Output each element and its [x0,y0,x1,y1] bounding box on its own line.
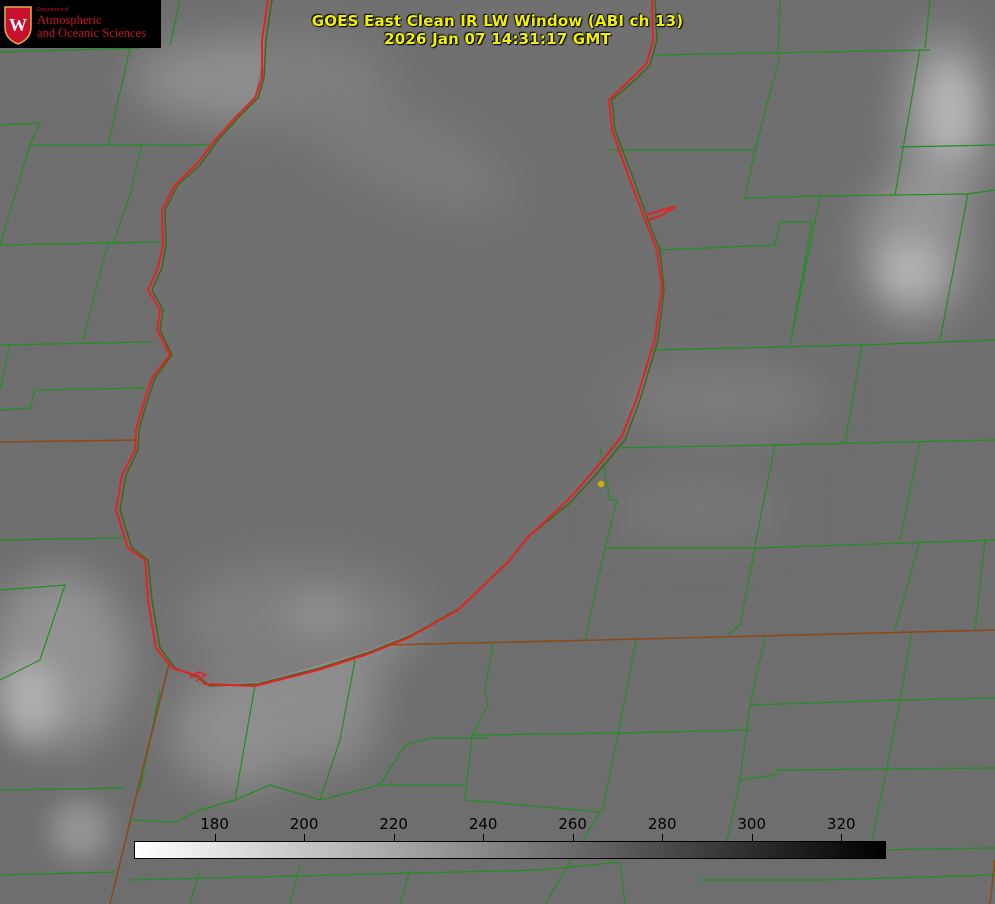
colorbar-tick-label: 220 [379,815,408,833]
colorbar-tick-label: 300 [737,815,767,833]
colorbar-tick-label: 280 [647,815,677,833]
colorbar-tick-label: 180 [200,815,229,833]
satellite-image-viewer: W Department of Atmospheric and Oceanic … [0,0,995,904]
colorbar [134,841,886,859]
colorbar-tick-label: 260 [558,815,587,833]
image-timestamp: 2026 Jan 07 14:31:17 GMT [384,30,611,48]
colorbar-tick-label: 320 [826,815,856,833]
colorbar-tick-mark [751,834,753,841]
station-marker [597,480,605,488]
image-title: GOES East Clean IR LW Window (ABI ch 13) [311,12,684,30]
colorbar-tick-label: 240 [468,815,498,833]
satellite-map [0,0,995,904]
colorbar-tick-mark [483,834,485,841]
colorbar-tick-mark [572,834,574,841]
colorbar-tick-mark [214,834,216,841]
colorbar-tick-label: 200 [289,815,319,833]
colorbar-tick-mark [662,834,664,841]
colorbar-tick-mark [304,834,306,841]
colorbar-tick-mark [393,834,395,841]
colorbar-tick-mark [841,834,843,841]
